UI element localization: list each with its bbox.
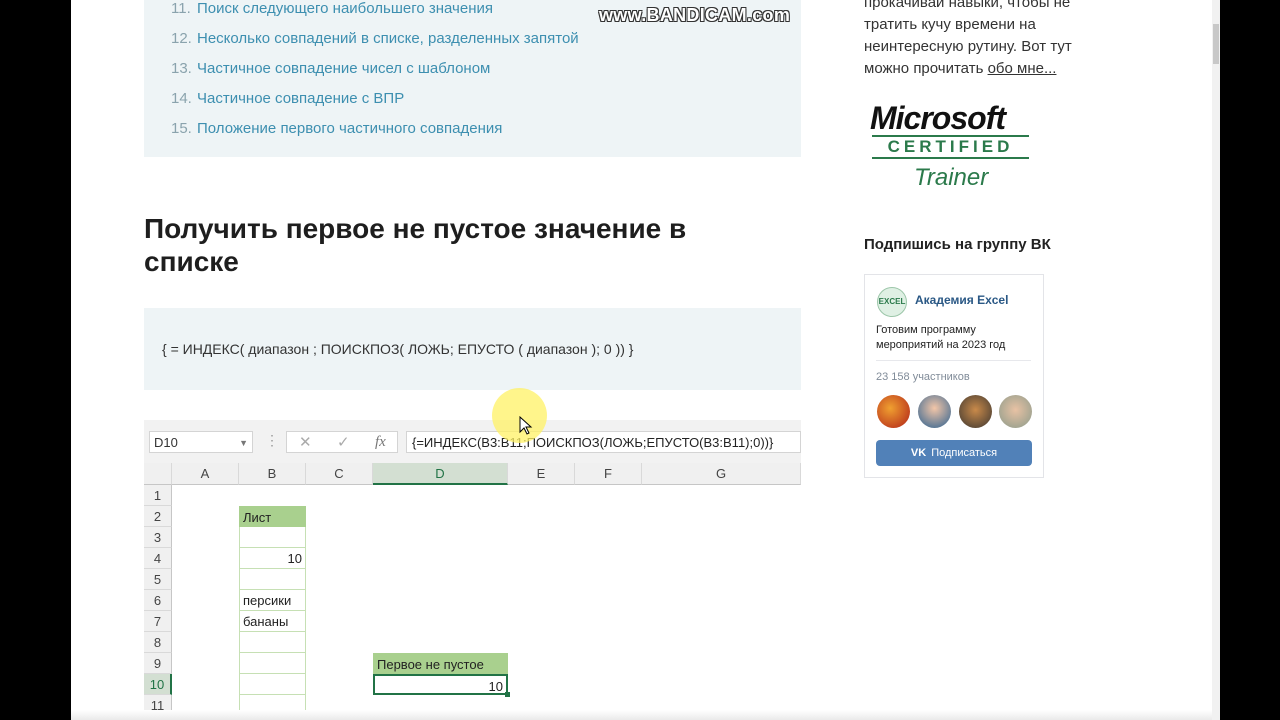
column-header-g: G [642,463,801,485]
vk-section-title: Подпишись на группу ВК [864,236,1051,253]
cell-b8 [239,632,306,653]
row-header-1: 1 [144,485,172,506]
row-header-3: 3 [144,527,172,548]
row-header-9: 9 [144,653,172,674]
row-header-5: 5 [144,569,172,590]
formula-code-block: { = ИНДЕКС( диапазон ; ПОИСКПОЗ( ЛОЖЬ; Е… [144,308,801,390]
mouse-cursor-icon [519,416,533,435]
group-avatar[interactable]: EXCEL [877,287,907,317]
member-avatar[interactable] [959,395,992,428]
row-header-2: 2 [144,506,172,527]
column-header-d: D [373,463,508,485]
microsoft-certified-trainer-logo: Microsoft CERTIFIED Trainer [870,100,1045,195]
scrollbar-track[interactable] [1212,0,1220,720]
vk-logo-icon: VK [910,447,927,459]
section-title: Получить первое не пустое значение в спи… [144,213,687,277]
page-bottom-shadow [71,710,1212,720]
select-all-corner [144,463,172,485]
fx-icon: fx [375,434,386,450]
cell-b4: 10 [239,548,306,569]
toc-link-11[interactable]: 11. Поиск следующего наибольшего значения [171,0,493,17]
toc-link-14[interactable]: 14. Частичное совпадение с ВПР [171,90,404,107]
cancel-icon: ✕ [299,434,312,451]
formula-input: {=ИНДЕКС(B3:B11;ПОИСКПОЗ(ЛОЖЬ;ЕПУСТО(B3:… [406,431,801,453]
column-header-f: F [575,463,642,485]
member-count: 23 158 участников [876,371,970,383]
formula-buttons: ✕ ✓ fx [286,431,398,453]
cell-b10 [239,674,306,695]
toc-link-13[interactable]: 13. Частичное совпадение чисел с шаблоном [171,60,490,77]
row-header-4: 4 [144,548,172,569]
group-name-link[interactable]: Академия Excel [915,293,1008,307]
column-header-e: E [508,463,575,485]
bandicam-watermark: www.BANDICAM.com [599,5,791,25]
member-avatar[interactable] [877,395,910,428]
scrollbar-thumb[interactable] [1213,24,1219,64]
enter-icon: ✓ [337,434,350,451]
cell-b2: Лист [239,506,306,527]
cell-b5 [239,569,306,590]
formula-text: { = ИНДЕКС( диапазон ; ПОИСКПОЗ( ЛОЖЬ; Е… [162,341,634,357]
column-header-c: C [306,463,373,485]
toc-link-15[interactable]: 15. Положение первого частичного совпаден… [171,120,502,137]
about-text: прокачивай навыки, чтобы не тратить кучу… [864,0,1072,77]
cell-b9 [239,653,306,674]
cell-d9: Первое не пустое [373,653,508,674]
member-avatar[interactable] [999,395,1032,428]
web-page: 11. Поиск следующего наибольшего значения… [71,0,1212,720]
column-header-b: B [239,463,306,485]
fill-handle [505,692,510,697]
name-box: D10 ▼ [149,431,253,453]
row-header-10: 10 [144,674,172,695]
group-description: Готовим программу мероприятий на 2023 го… [876,324,1006,351]
about-me-link[interactable]: обо мне... [988,60,1057,77]
excel-screenshot: D10 ▼ ⋮ ✕ ✓ fx {=ИНДЕКС(B3:B11;ПОИСКПОЗ(Л… [144,420,801,720]
divider [876,360,1031,361]
cell-b3 [239,527,306,548]
row-header-6: 6 [144,590,172,611]
column-header-a: A [172,463,239,485]
formula-bar: D10 ▼ ⋮ ✕ ✓ fx {=ИНДЕКС(B3:B11;ПОИСКПОЗ(Л… [144,420,801,463]
cell-d10: 10 [373,674,508,695]
subscribe-button[interactable]: VK Подписаться [876,440,1032,466]
vk-widget: EXCEL Академия Excel Готовим программу м… [864,274,1044,478]
chevron-down-icon: ▼ [239,438,248,448]
more-icon: ⋮ [265,432,279,448]
member-avatar[interactable] [918,395,951,428]
toc-link-12[interactable]: 12. Несколько совпадений в списке, раздел… [171,30,579,47]
cell-b7: бананы [239,611,306,632]
row-header-8: 8 [144,632,172,653]
row-header-7: 7 [144,611,172,632]
cell-b6: персики [239,590,306,611]
